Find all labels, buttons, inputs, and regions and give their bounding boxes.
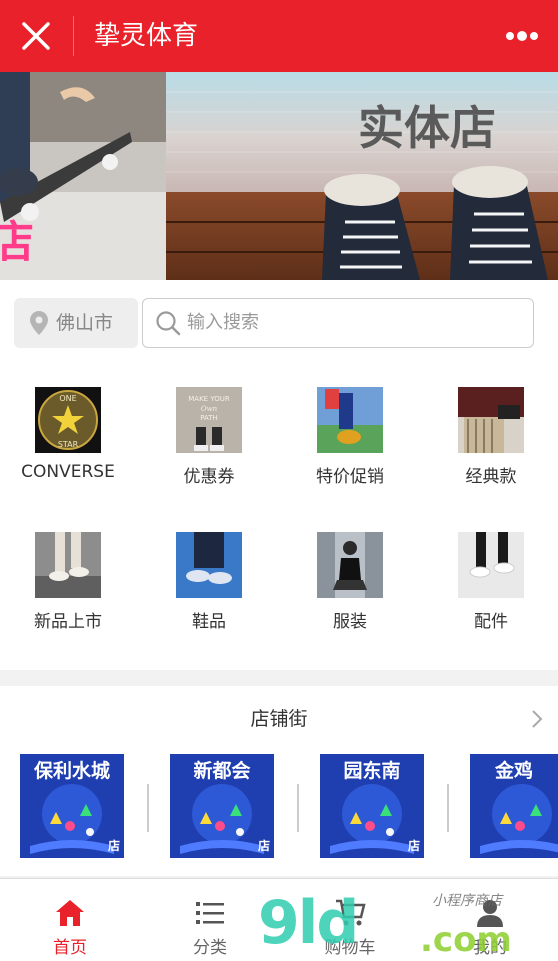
shop-street-section: 店铺街 保利水城 店 新都会 店 园东南 店 金鸡 <box>0 686 558 876</box>
category-apparel[interactable]: 服装 <box>295 515 405 632</box>
page-title: 挚灵体育 <box>94 21 199 51</box>
category-label: 鞋品 <box>192 612 226 632</box>
store-card[interactable]: 金鸡 <box>470 754 558 858</box>
category-label: 经典款 <box>465 467 517 487</box>
divider <box>297 784 299 832</box>
svg-text:Own: Own <box>201 405 218 413</box>
watermark-logo: 9ld <box>258 888 359 958</box>
promo-banner[interactable]: 店 实体店 <box>0 72 558 280</box>
category-label: 优惠券 <box>183 467 235 487</box>
header-divider <box>73 16 74 56</box>
more-dots-icon[interactable] <box>502 26 542 46</box>
svg-text:ONE: ONE <box>59 394 76 403</box>
category-label: 特价促销 <box>316 467 384 487</box>
city-selector[interactable]: 佛山市 <box>14 298 138 348</box>
classics-thumbnail <box>458 387 524 453</box>
app-header: 挚灵体育 <box>0 0 558 72</box>
city-label: 佛山市 <box>56 312 114 334</box>
category-label: 配件 <box>474 612 508 632</box>
category-shoes[interactable]: 鞋品 <box>154 515 264 632</box>
svg-text:PATH: PATH <box>200 414 218 422</box>
divider <box>147 784 149 832</box>
category-promotions[interactable]: 特价促销 <box>295 370 405 487</box>
store-name: 园东南 <box>343 760 401 782</box>
section-title: 店铺街 <box>250 708 308 730</box>
close-icon[interactable] <box>18 18 54 54</box>
chevron-right-icon[interactable] <box>530 708 544 730</box>
category-label: 新品上市 <box>34 612 102 632</box>
coupons-thumbnail: MAKE YOUR Own PATH <box>176 387 242 453</box>
new-arrivals-thumbnail <box>35 532 101 598</box>
store-name: 金鸡 <box>494 760 533 782</box>
watermark-domain: .com <box>420 920 512 960</box>
store-tag: 店 <box>257 839 270 853</box>
store-card[interactable]: 新都会 店 <box>170 754 274 858</box>
store-tag: 店 <box>107 839 120 853</box>
accessories-thumbnail <box>458 532 524 598</box>
category-label: 服装 <box>333 612 367 632</box>
promotions-thumbnail <box>317 387 383 453</box>
store-name: 新都会 <box>193 760 251 782</box>
banner-left-text: 店 <box>0 217 34 268</box>
category-converse[interactable]: ONE STAR CONVERSE <box>13 370 123 482</box>
store-card[interactable]: 园东南 店 <box>320 754 424 858</box>
svg-text:MAKE YOUR: MAKE YOUR <box>188 395 230 403</box>
apparel-thumbnail <box>317 532 383 598</box>
search-icon <box>156 311 181 336</box>
store-name: 保利水城 <box>33 760 110 782</box>
store-card[interactable]: 保利水城 店 <box>20 754 124 858</box>
search-placeholder: 输入搜索 <box>187 312 259 333</box>
list-icon <box>196 902 224 924</box>
category-new-arrivals[interactable]: 新品上市 <box>13 515 123 632</box>
category-coupons[interactable]: MAKE YOUR Own PATH 优惠券 <box>154 370 264 487</box>
category-label: CONVERSE <box>21 462 115 482</box>
shoes-thumbnail <box>176 532 242 598</box>
search-input[interactable]: 输入搜索 <box>142 298 534 348</box>
home-icon <box>56 900 84 926</box>
location-pin-icon <box>30 311 48 335</box>
svg-text:STAR: STAR <box>58 440 79 449</box>
tab-label: 首页 <box>53 938 87 958</box>
category-grid: ONE STAR CONVERSE MAKE YOUR Own PATH 优惠券 <box>0 370 558 670</box>
store-tag: 店 <box>407 839 420 853</box>
category-accessories[interactable]: 配件 <box>436 515 546 632</box>
divider <box>447 784 449 832</box>
category-classics[interactable]: 经典款 <box>436 370 546 487</box>
converse-thumbnail: ONE STAR <box>35 387 101 453</box>
search-row: 佛山市 输入搜索 <box>0 280 558 370</box>
watermark-script: 小程序商店 <box>432 893 502 909</box>
banner-image: 店 实体店 <box>0 72 558 280</box>
banner-title: 实体店 <box>358 101 496 155</box>
tab-home[interactable]: 首页 <box>0 879 140 961</box>
